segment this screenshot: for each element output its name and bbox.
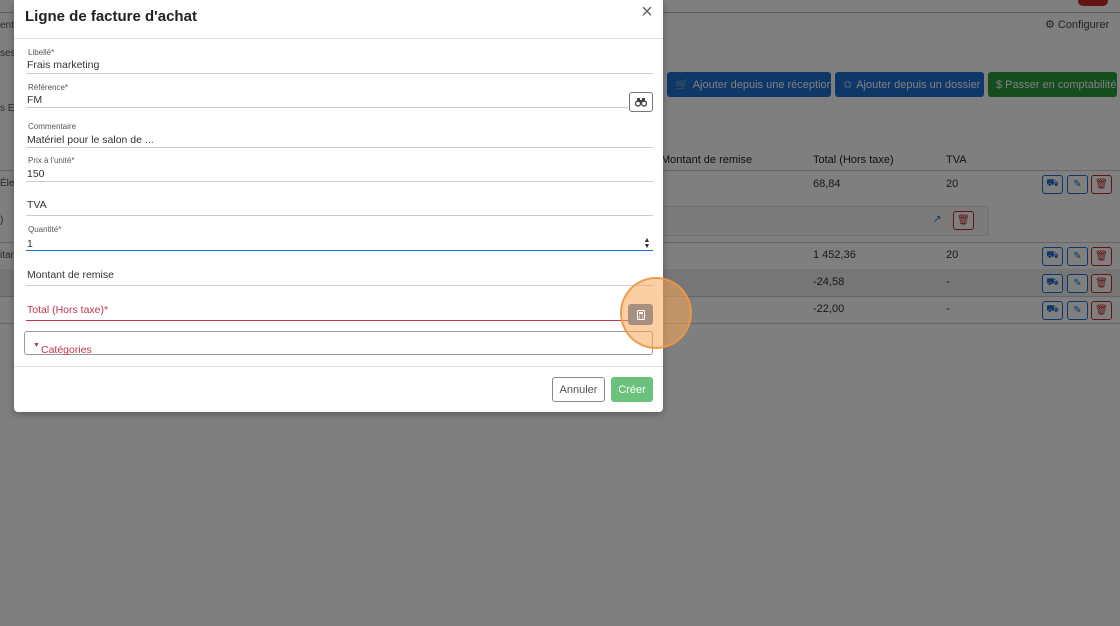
field-underline — [26, 181, 653, 182]
comment-field[interactable]: Commentaire Matériel pour le salon de ..… — [26, 121, 653, 149]
categories-dropdown[interactable]: Catégories ▼ — [24, 331, 653, 356]
reference-field[interactable]: Référence* FM — [26, 82, 653, 110]
field-underline — [26, 285, 653, 286]
cancel-button[interactable]: Annuler — [552, 377, 605, 402]
label-field-label: Libellé* — [28, 48, 55, 57]
categories-label: Catégories ▼ — [33, 338, 92, 356]
total-field-placeholder: Total (Hors taxe)* — [27, 304, 109, 316]
vat-field-placeholder: TVA — [27, 199, 47, 211]
calculate-total-button[interactable] — [628, 304, 653, 325]
binoculars-icon — [635, 98, 647, 107]
quantity-field[interactable]: Quantité* 1 — [26, 224, 653, 252]
quantity-field-label: Quantité* — [28, 225, 62, 234]
quantity-field-value: 1 — [27, 238, 33, 250]
vat-field[interactable]: TVA — [26, 195, 653, 217]
unit-price-field[interactable]: Prix à l'unité* 150 — [26, 155, 653, 183]
reference-field-value: FM — [27, 94, 43, 106]
quantity-stepper[interactable]: ▲ ▼ — [642, 237, 652, 251]
field-underline — [26, 250, 653, 251]
modal-footer-divider — [14, 366, 663, 367]
modal-title: Ligne de facture d'achat — [25, 8, 197, 25]
discount-field[interactable]: Montant de remise — [26, 265, 653, 287]
purchase-invoice-line-modal: Ligne de facture d'achat × Libellé* Frai… — [14, 0, 692, 412]
categories-text: Catégories — [41, 344, 92, 356]
field-underline — [26, 215, 653, 216]
total-field[interactable]: Total (Hors taxe)* — [26, 300, 653, 322]
field-underline — [26, 73, 653, 74]
discount-field-placeholder: Montant de remise — [27, 269, 114, 281]
field-underline — [26, 320, 628, 321]
field-underline — [26, 147, 653, 148]
create-button[interactable]: Créer — [611, 377, 653, 402]
calculator-icon — [636, 309, 645, 320]
search-reference-button[interactable] — [629, 92, 653, 112]
stepper-down-icon[interactable]: ▼ — [644, 243, 651, 250]
comment-field-value: Matériel pour le salon de ... — [27, 134, 154, 146]
field-underline — [26, 107, 628, 108]
close-icon[interactable]: × — [638, 2, 656, 22]
label-field-value: Frais marketing — [27, 59, 100, 71]
unit-price-field-label: Prix à l'unité* — [28, 156, 75, 165]
unit-price-field-value: 150 — [27, 168, 45, 180]
label-field[interactable]: Libellé* Frais marketing — [26, 47, 653, 75]
comment-field-label: Commentaire — [28, 122, 77, 131]
caret-down-icon: ▼ — [33, 342, 40, 349]
reference-field-label: Référence* — [28, 83, 69, 92]
modal-header: Ligne de facture d'achat × — [14, 0, 663, 39]
